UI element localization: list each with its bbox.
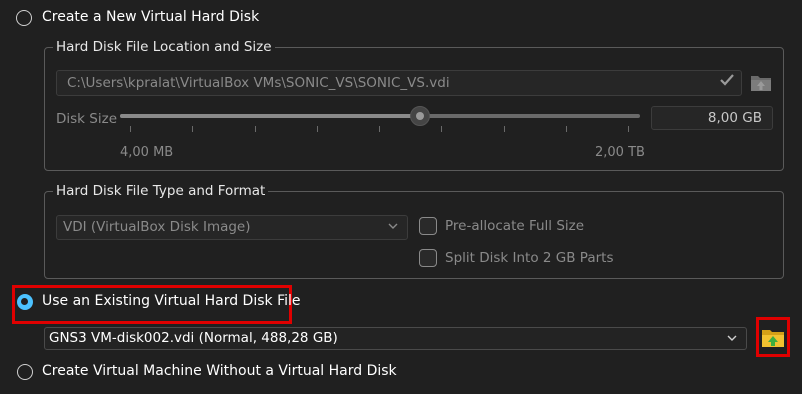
format-select[interactable]: VDI (VirtualBox Disk Image) <box>56 215 408 240</box>
slider-tick <box>379 126 380 132</box>
disk-size-slider[interactable] <box>120 106 640 128</box>
format-group-legend: Hard Disk File Type and Format <box>53 183 269 199</box>
checkmark-icon <box>719 72 735 88</box>
split-checkbox[interactable] <box>419 249 437 267</box>
location-group-legend: Hard Disk File Location and Size <box>53 39 275 55</box>
preallocate-checkbox[interactable] <box>419 217 437 235</box>
slider-fill <box>120 114 420 118</box>
slider-tick <box>628 126 629 132</box>
disk-size-label: Disk Size <box>56 111 118 127</box>
chevron-down-icon <box>726 332 738 348</box>
radio-create-new[interactable] <box>16 10 32 26</box>
disk-size-input[interactable]: 8,00 GB <box>651 106 773 130</box>
disk-size-value: 8,00 GB <box>707 110 762 126</box>
use-existing-label: Use an Existing Virtual Hard Disk File <box>42 293 301 309</box>
create-new-label: Create a New Virtual Hard Disk <box>42 9 260 25</box>
slider-tick <box>503 126 505 132</box>
slider-min-label: 4,00 MB <box>120 145 174 160</box>
slider-tick <box>565 126 567 132</box>
slider-ticks <box>120 126 638 134</box>
existing-disk-select[interactable]: GNS3 VM-disk002.vdi (Normal, 488,28 GB) <box>44 327 747 350</box>
slider-tick <box>254 126 256 132</box>
slider-tick <box>316 126 318 132</box>
radio-no-disk[interactable] <box>17 364 33 380</box>
file-path-field: C:\Users\kpralat\VirtualBox VMs\SONIC_VS… <box>56 70 742 96</box>
chevron-down-icon <box>387 220 399 236</box>
slider-max-label: 2,00 TB <box>595 145 645 160</box>
slider-thumb[interactable] <box>410 106 430 126</box>
existing-disk-value: GNS3 VM-disk002.vdi (Normal, 488,28 GB) <box>49 330 338 346</box>
radio-use-existing[interactable] <box>17 294 33 310</box>
choose-disk-folder-icon[interactable] <box>761 325 785 349</box>
slider-tick <box>192 126 194 132</box>
no-disk-label: Create Virtual Machine Without a Virtual… <box>42 363 397 379</box>
browse-folder-disabled-icon <box>750 72 772 92</box>
split-label: Split Disk Into 2 GB Parts <box>445 250 614 266</box>
slider-tick <box>130 126 131 132</box>
file-path-value: C:\Users\kpralat\VirtualBox VMs\SONIC_VS… <box>67 75 450 91</box>
preallocate-label: Pre-allocate Full Size <box>445 218 585 234</box>
format-select-value: VDI (VirtualBox Disk Image) <box>63 219 251 235</box>
slider-tick <box>441 126 443 132</box>
